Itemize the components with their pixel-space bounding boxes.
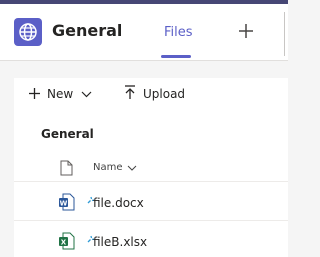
- file-name[interactable]: file.docx: [93, 196, 144, 210]
- tab-files[interactable]: Files: [164, 25, 193, 40]
- section-title: General: [41, 127, 94, 141]
- channel-name: General: [52, 21, 123, 40]
- column-header-name[interactable]: Name: [93, 162, 137, 173]
- upload-button[interactable]: Upload: [124, 84, 186, 104]
- globe-icon[interactable]: [14, 18, 42, 46]
- file-name[interactable]: fileB.xlsx: [93, 235, 147, 249]
- svg-text:W: W: [60, 199, 68, 207]
- svg-text:X: X: [61, 238, 67, 246]
- excel-icon: X: [59, 232, 75, 250]
- active-tab-indicator: [161, 55, 191, 58]
- channel-header: General Files: [0, 4, 288, 61]
- word-icon: W: [59, 193, 75, 211]
- plus-icon[interactable]: [237, 22, 255, 40]
- column-name-label: Name: [93, 162, 123, 173]
- new-label: New: [47, 87, 74, 101]
- chevron-down-icon: [81, 91, 92, 98]
- row-divider: [14, 220, 288, 221]
- chevron-down-icon: [127, 165, 136, 171]
- plus-icon: [28, 85, 41, 104]
- header-divider: [284, 12, 285, 56]
- upload-label: Upload: [143, 87, 186, 101]
- file-type-icon: [60, 160, 73, 176]
- upload-icon: [124, 84, 136, 104]
- row-divider: [14, 181, 288, 182]
- new-button[interactable]: New: [28, 86, 92, 102]
